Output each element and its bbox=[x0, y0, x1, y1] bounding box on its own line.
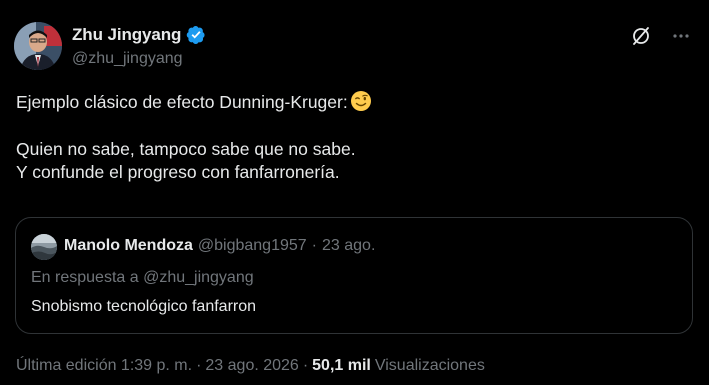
quoted-author-name[interactable]: Manolo Mendoza bbox=[64, 237, 193, 255]
grok-icon[interactable] bbox=[629, 24, 653, 48]
more-icon[interactable] bbox=[669, 24, 693, 48]
edited-time[interactable]: Última edición 1:39 p. m. bbox=[16, 357, 192, 375]
reply-prefix: En respuesta a bbox=[31, 269, 139, 286]
tweet-line-1: Ejemplo clásico de efecto Dunning-Kruger… bbox=[16, 90, 686, 115]
tweet-text: Ejemplo clásico de efecto Dunning-Kruger… bbox=[16, 90, 686, 185]
tweet-line-1-text: Ejemplo clásico de efecto Dunning-Kruger… bbox=[16, 92, 348, 112]
views-label[interactable]: Visualizaciones bbox=[375, 357, 485, 375]
quoted-author-handle[interactable]: @bigbang1957 bbox=[198, 237, 307, 255]
quoted-text: Snobismo tecnológico fanfarron bbox=[31, 298, 257, 315]
quoted-author-avatar[interactable] bbox=[31, 234, 57, 260]
author-avatar[interactable] bbox=[14, 22, 62, 70]
quoted-separator: · bbox=[311, 237, 317, 254]
tweet-line-3: Y confunde el progreso con fanfarronería… bbox=[16, 162, 340, 182]
quoted-tweet-card[interactable]: Manolo Mendoza @bigbang1957 · 23 ago. En… bbox=[15, 217, 693, 334]
author-display-name[interactable]: Zhu Jingyang bbox=[72, 25, 181, 45]
top-actions bbox=[629, 24, 693, 48]
post-date[interactable]: 23 ago. 2026 bbox=[205, 357, 298, 375]
author-name-row[interactable]: Zhu Jingyang bbox=[72, 25, 206, 45]
quoted-reply-context: En respuesta a @zhu_jingyang bbox=[31, 269, 254, 287]
author-handle[interactable]: @zhu_jingyang bbox=[72, 50, 183, 68]
meta-separator-2: · bbox=[302, 357, 309, 374]
tweet-line-2: Quien no sabe, tampoco sabe que no sabe. bbox=[16, 138, 356, 159]
quoted-header: Manolo Mendoza @bigbang1957 · 23 ago. bbox=[64, 237, 375, 255]
verified-badge-icon[interactable] bbox=[186, 25, 206, 45]
quoted-date[interactable]: 23 ago. bbox=[322, 237, 375, 255]
winking-face-emoji-icon bbox=[350, 90, 372, 112]
views-count[interactable]: 50,1 mil bbox=[312, 357, 371, 375]
tweet-meta: Última edición 1:39 p. m. · 23 ago. 2026… bbox=[16, 357, 485, 375]
reply-handle[interactable]: @zhu_jingyang bbox=[143, 269, 254, 286]
meta-separator-1: · bbox=[196, 357, 202, 374]
